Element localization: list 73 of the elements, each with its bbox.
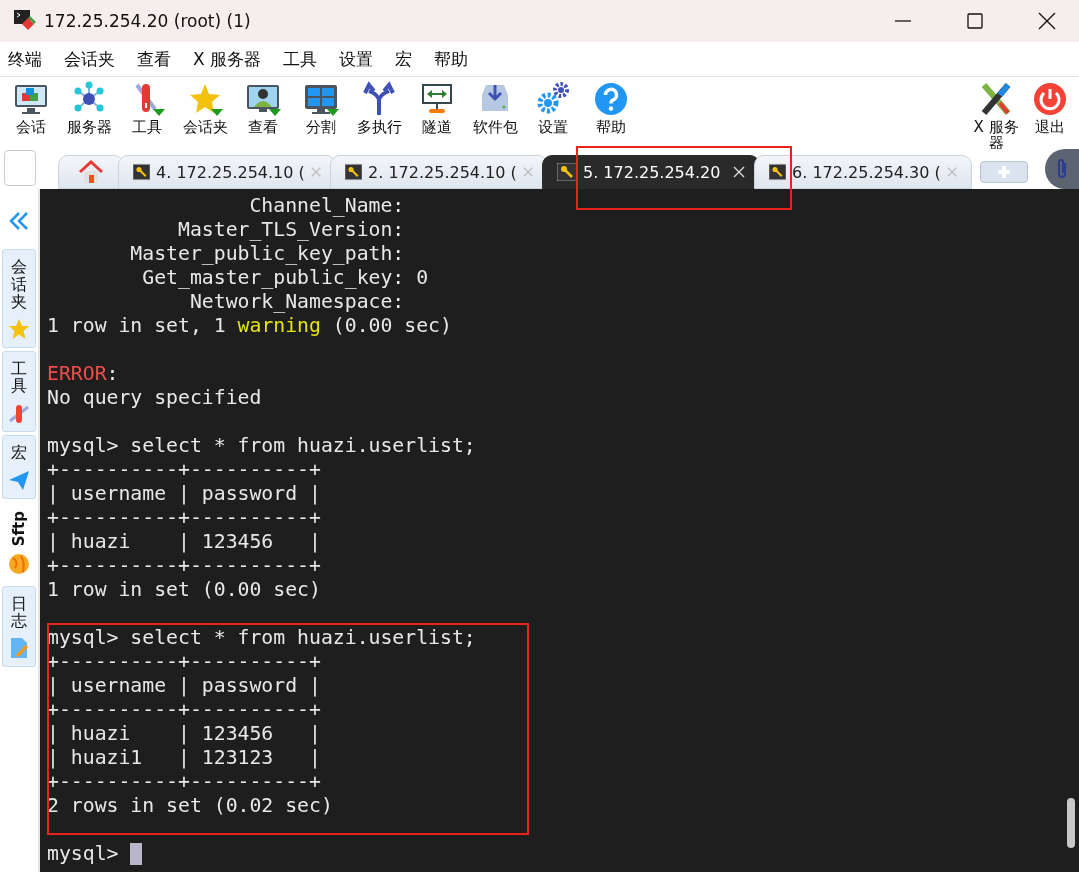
help-icon	[593, 81, 629, 117]
toolbar-button[interactable]: 退出	[1021, 81, 1079, 135]
home-icon	[78, 160, 104, 184]
app-logo-icon	[14, 10, 36, 32]
menu-item[interactable]: 会话夹	[64, 47, 115, 71]
terminal-text: +----------+----------+	[47, 770, 321, 794]
terminal-text: No query specified	[47, 386, 262, 410]
terminal-text: 1 row in set (0.00 sec)	[47, 578, 321, 602]
sidebar-label: 工具	[11, 359, 27, 395]
key-icon	[345, 163, 363, 181]
toolbar-button[interactable]: 查看	[234, 81, 292, 135]
close-icon[interactable]	[733, 166, 745, 178]
terminal-text: | huazi | 123456 |	[47, 722, 321, 746]
terminal-text: mysql> select * from huazi.userlist;	[47, 626, 476, 650]
terminal-text: | username | password |	[47, 482, 321, 506]
terminal-text: (0.00 sec)	[331, 314, 452, 338]
scrollbar-thumb[interactable]	[1067, 798, 1075, 848]
terminal-text: | username | password |	[47, 674, 321, 698]
sidebar-tab[interactable]: 会话夹	[2, 249, 36, 348]
terminal-text: Channel_Name:	[248, 194, 405, 218]
terminal-text: mysql>	[47, 842, 120, 866]
toolbar-button[interactable]: 软件包	[466, 81, 524, 135]
sidebar-tab[interactable]: 工具	[2, 350, 36, 432]
sidebar-label: 日志	[11, 594, 27, 630]
sidebar-label: 宏	[11, 443, 27, 462]
toolbar-button[interactable]: 会话	[2, 81, 60, 135]
terminal-text: 2 rows in set (0.02 sec)	[47, 794, 333, 818]
terminal-text: +----------+----------+	[47, 554, 321, 578]
toolbar-button[interactable]: 会话夹	[176, 81, 234, 135]
session-tab[interactable]: 6. 172.25.254.30 (	[754, 155, 972, 189]
terminal-text: Master_public_key_path:	[129, 242, 405, 266]
terminal-text: +----------+----------+	[47, 698, 321, 722]
fork-arrow-icon	[361, 81, 397, 117]
terminal-text: ERROR	[47, 362, 107, 386]
key-icon	[133, 163, 151, 181]
menu-item[interactable]: 宏	[395, 47, 413, 71]
window-title: 172.25.254.20 (root) (1)	[44, 11, 252, 31]
toolbar-button[interactable]: X 服务器	[971, 81, 1021, 151]
menu-item[interactable]: 终端	[8, 47, 42, 71]
menu-item[interactable]: 帮助	[434, 47, 469, 71]
toolbar-button[interactable]: 帮助	[582, 81, 640, 135]
terminal-text: +----------+----------+	[47, 650, 321, 674]
toolbar-button[interactable]: 工具	[118, 81, 176, 135]
key-icon	[557, 163, 577, 181]
toolbar-button[interactable]: 服务器	[60, 81, 118, 135]
terminal-text: | huazi1 | 123123 |	[47, 746, 321, 770]
terminal-text: warning	[237, 314, 321, 338]
sidebar-label: Sftp	[10, 510, 28, 546]
toolbar-button[interactable]: 隧道	[408, 81, 466, 135]
key-icon	[769, 163, 787, 181]
power-icon	[1032, 81, 1068, 117]
attachment-button[interactable]	[1045, 149, 1079, 189]
terminal-text: | huazi | 123456 |	[47, 530, 321, 554]
terminal-text: 1 row in set, 1	[47, 314, 227, 338]
menu-item[interactable]: X 服务器	[193, 47, 262, 71]
sidebar-tab[interactable]: 日志	[2, 585, 36, 667]
terminal-text: +----------+----------+	[47, 506, 321, 530]
sidebar-label: 会话夹	[11, 258, 27, 311]
toolbar-button[interactable]: 分割	[292, 81, 350, 135]
terminal-text: mysql> select * from huazi.userlist;	[47, 434, 476, 458]
terminal-text: :	[106, 362, 119, 386]
terminal-text: +----------+----------+	[47, 458, 321, 482]
menu-item[interactable]: 设置	[339, 47, 374, 71]
sidebar-tab[interactable]: 宏	[2, 434, 36, 499]
terminal-text: Get_master_public_key: 0	[141, 266, 429, 290]
terminal-text: Network_Namespace:	[188, 290, 405, 314]
globe-icon	[7, 551, 31, 576]
menu-item[interactable]: 查看	[137, 47, 171, 71]
terminal-text: Master_TLS_Version:	[177, 218, 405, 242]
plus-icon	[996, 164, 1012, 180]
toolbar-button[interactable]: 多执行	[350, 81, 408, 135]
menu-item[interactable]: 工具	[283, 47, 318, 71]
toolbar-button[interactable]: 设置	[524, 81, 582, 135]
